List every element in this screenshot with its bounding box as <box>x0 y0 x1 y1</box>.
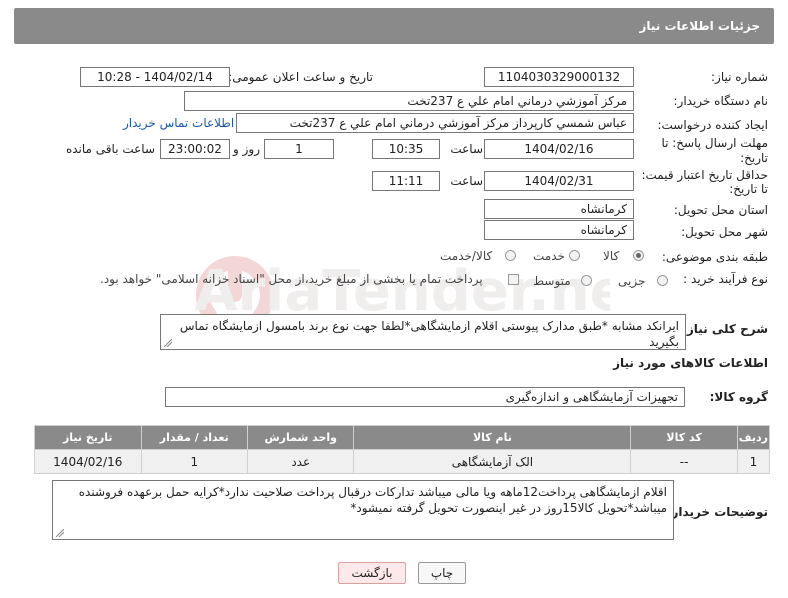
validity-date-field: 1404/02/31 <box>484 171 634 191</box>
page-title: جزئیات اطلاعات نیاز <box>639 19 760 33</box>
print-button[interactable]: چاپ <box>418 562 466 584</box>
days-field: 1 <box>264 139 334 159</box>
buyer-notes-label: توضیحات خریدار: <box>666 505 768 519</box>
city-label: شهر محل تحویل: <box>681 225 768 239</box>
category-option-goods: کالا <box>603 249 620 263</box>
goods-group-field: تجهیزات آزمایشگاهی و اندازه‌گیری <box>165 387 685 407</box>
province-field: کرمانشاه <box>484 199 634 219</box>
table-row: 1 -- الک آزمایشگاهی عدد 1 1404/02/16 <box>34 449 771 474</box>
page-header: جزئیات اطلاعات نیاز <box>14 8 774 44</box>
category-radio-service[interactable] <box>569 250 580 261</box>
description-textarea[interactable]: ایرانکد مشابه *طبق مدارک پیوستی اقلام از… <box>160 314 686 350</box>
deadline-label: مهلت ارسال پاسخ: تا <box>661 136 768 150</box>
remaining-label: ساعت باقی مانده <box>65 142 155 156</box>
row-code: -- <box>630 449 738 474</box>
deadline-label-date: تاریخ: <box>740 151 768 165</box>
category-option-service: خدمت <box>533 249 565 263</box>
category-radio-goods[interactable] <box>633 250 644 261</box>
announce-label: تاریخ و ساعت اعلان عمومی: <box>228 70 373 84</box>
resize-grip-icon[interactable] <box>56 529 64 537</box>
process-radio-medium[interactable] <box>581 275 592 286</box>
buyer-notes-textarea[interactable]: اقلام ازمایشگاهی پرداخت12ماهه ویا مالی م… <box>52 480 674 540</box>
treasury-payment-checkbox[interactable] <box>508 274 519 285</box>
creator-label: ایجاد کننده درخواست: <box>657 118 768 132</box>
need-number-label: شماره نیاز: <box>711 70 768 84</box>
category-radio-goods-service[interactable] <box>505 250 516 261</box>
description-text: ایرانکد مشابه *طبق مدارک پیوستی اقلام از… <box>179 319 679 349</box>
row-name: الک آزمایشگاهی <box>353 449 632 474</box>
goods-section-title: اطلاعات کالاهای مورد نیاز <box>613 356 768 370</box>
creator-field: عباس شمسي كارپرداز مرکز آموزشي درماني ام… <box>236 113 634 133</box>
validity-label: حداقل تاریخ اعتبار قیمت: <box>641 168 768 182</box>
process-option-medium: متوسط <box>533 274 571 288</box>
buyer-org-label: نام دستگاه خریدار: <box>673 94 769 108</box>
deadline-time-field: 10:35 <box>372 139 440 159</box>
col-name: نام کالا <box>353 425 632 450</box>
goods-table: ردیف کد کالا نام کالا واحد شمارش تعداد /… <box>34 425 771 474</box>
col-row: ردیف <box>736 425 771 450</box>
deadline-time-label: ساعت <box>450 142 483 156</box>
validity-label-date: تا تاریخ: <box>729 182 768 196</box>
process-option-minor: جزیی <box>618 274 646 288</box>
province-label: استان محل تحویل: <box>673 203 768 217</box>
back-button[interactable]: بازگشت <box>338 562 406 584</box>
deadline-date-field: 1404/02/16 <box>484 139 634 159</box>
buyer-org-field: مرکز آموزشي درماني امام علي ع 237تخت <box>184 91 634 111</box>
row-quantity: 1 <box>140 449 249 474</box>
process-radio-minor[interactable] <box>657 275 668 286</box>
row-date: 1404/02/16 <box>34 449 142 474</box>
process-label: نوع فرآیند خرید : <box>683 272 768 286</box>
col-date: تاریخ نیاز <box>34 425 142 450</box>
buyer-contact-link[interactable]: اطلاعات تماس خریدار <box>123 116 234 130</box>
col-quantity: تعداد / مقدار <box>140 425 249 450</box>
col-unit: واحد شمارش <box>246 425 355 450</box>
announce-field: 1404/02/14 - 10:28 <box>80 67 230 87</box>
city-field: کرمانشاه <box>484 220 634 240</box>
category-option-goods-service: کالا/خدمت <box>440 249 493 263</box>
days-label: روز و <box>233 142 260 156</box>
buyer-notes-text: اقلام ازمایشگاهی پرداخت12ماهه ویا مالی م… <box>78 485 667 515</box>
remaining-time-field: 23:00:02 <box>160 139 230 159</box>
col-code: کد کالا <box>630 425 738 450</box>
validity-time-label: ساعت <box>450 174 483 188</box>
treasury-payment-note: پرداخت تمام یا بخشی از مبلغ خرید،از محل … <box>100 272 483 286</box>
resize-grip-icon[interactable] <box>164 339 172 347</box>
goods-table-header: ردیف کد کالا نام کالا واحد شمارش تعداد /… <box>34 425 771 450</box>
description-label: شرح کلی نیاز: <box>682 322 768 336</box>
row-number: 1 <box>736 449 771 474</box>
validity-time-field: 11:11 <box>372 171 440 191</box>
need-number-field: 1104030329000132 <box>484 67 634 87</box>
category-label: طبقه بندی موضوعی: <box>661 250 768 264</box>
row-unit: عدد <box>246 449 355 474</box>
goods-group-label: گروه کالا: <box>709 390 768 404</box>
